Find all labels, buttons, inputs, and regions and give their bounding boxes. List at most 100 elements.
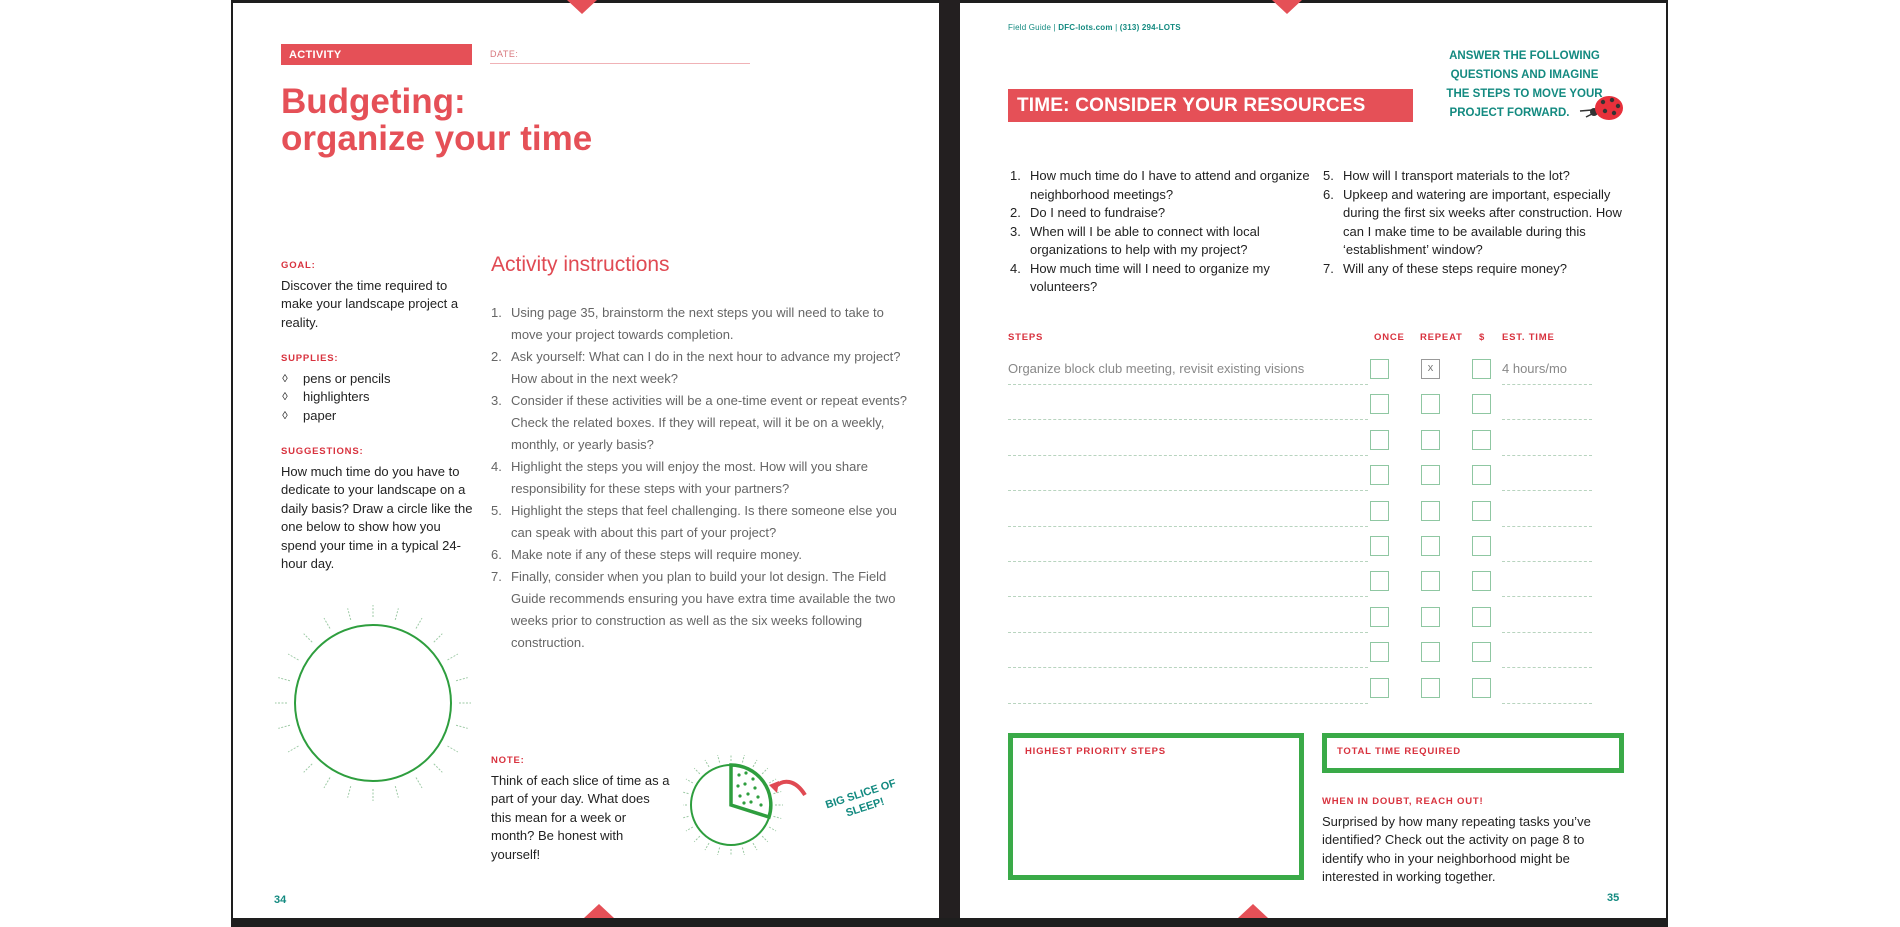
highest-priority-box[interactable]: HIGHEST PRIORITY STEPS <box>1008 733 1304 880</box>
once-checkbox[interactable] <box>1370 606 1389 627</box>
page-marker-bottom <box>584 904 614 918</box>
step-line <box>1008 596 1368 598</box>
once-checkbox[interactable] <box>1370 465 1389 486</box>
est-time-line <box>1502 490 1592 492</box>
hour-tick <box>433 633 443 643</box>
header-contact: Field Guide | DFC-lots.com | (313) 294-L… <box>1008 23 1181 32</box>
money-checkbox[interactable] <box>1472 677 1491 698</box>
step-line <box>1008 525 1368 527</box>
item-number: 2. <box>1010 205 1021 220</box>
instructions-list: 1. Using page 35, brainstorm the next ste… <box>491 302 911 654</box>
est-time-line <box>1502 419 1592 421</box>
sleep-slice <box>729 763 773 820</box>
date-label: DATE: <box>490 49 519 59</box>
money-checkbox[interactable] <box>1472 642 1491 663</box>
activity-label: ACTIVITY <box>281 44 472 65</box>
total-box-label: TOTAL TIME REQUIRED <box>1337 746 1461 757</box>
hour-tick <box>704 759 710 768</box>
spread-bottom-edge <box>231 918 1668 927</box>
clock-circle <box>294 624 452 782</box>
hour-tick <box>752 759 758 768</box>
list-item: 4. Highlight the steps you will enjoy the… <box>491 456 911 500</box>
hour-tick <box>455 677 468 682</box>
item-number: 6. <box>1323 186 1334 202</box>
item-text: How will I transport materials to the lo… <box>1343 168 1570 183</box>
hour-tick <box>455 724 468 729</box>
page-number: 34 <box>274 894 287 906</box>
money-checkbox[interactable] <box>1472 536 1491 556</box>
est-time-input[interactable]: 4 hours/mo <box>1502 361 1567 376</box>
col-header-once: ONCE <box>1374 332 1405 343</box>
hour-tick <box>693 835 701 843</box>
item-number: 7. <box>1323 260 1334 276</box>
step-input[interactable]: Organize block club meeting, revisit exi… <box>1008 361 1304 376</box>
once-checkbox[interactable] <box>1370 677 1389 698</box>
page-34: ACTIVITY DATE: Budgeting: organize your … <box>231 0 939 918</box>
supplies-label: SUPPLIES: <box>281 353 339 364</box>
repeat-checkbox[interactable] <box>1421 571 1440 592</box>
once-checkbox[interactable] <box>1370 500 1389 521</box>
once-checkbox[interactable] <box>1370 642 1389 663</box>
suggestions-text: How much time do you have to dedicate to… <box>281 463 473 572</box>
list-item: 7. Finally, consider when you plan to bui… <box>491 566 911 654</box>
repeat-checkbox[interactable] <box>1421 429 1440 450</box>
money-checkbox[interactable] <box>1472 500 1491 521</box>
blank-clock-diagram <box>275 605 471 801</box>
repeat-checkbox[interactable] <box>1421 536 1440 556</box>
item-text: Will any of these steps require money? <box>1343 260 1567 276</box>
repeat-checkbox[interactable] <box>1421 642 1440 663</box>
item-text: Highlight the steps that feel challengin… <box>511 503 897 540</box>
supply-item: ◊ highlighters <box>281 388 476 407</box>
title-line-1: Budgeting: <box>281 82 466 121</box>
item-number: 1. <box>1010 168 1021 183</box>
item-text: How much time do I have to attend and or… <box>1030 168 1310 202</box>
once-checkbox[interactable] <box>1370 394 1389 415</box>
repeat-checkbox[interactable] <box>1421 606 1440 627</box>
hour-tick <box>287 653 299 661</box>
once-checkbox[interactable] <box>1370 571 1389 592</box>
hour-tick <box>347 785 352 798</box>
hour-tick <box>287 745 299 753</box>
reach-out-section: WHEN IN DOUBT, REACH OUT! Surprised by h… <box>1322 793 1627 887</box>
item-text: Finally, consider when you plan to build… <box>511 569 896 650</box>
est-time-line <box>1502 561 1592 562</box>
list-item: 6. Make note if any of these steps will r… <box>491 544 911 566</box>
item-text: Using page 35, brainstorm the next steps… <box>511 305 884 342</box>
col-header-repeat: REPEAT <box>1420 332 1463 343</box>
hour-tick <box>415 777 423 789</box>
money-checkbox[interactable] <box>1472 394 1491 415</box>
total-time-box[interactable]: TOTAL TIME REQUIRED <box>1322 733 1624 773</box>
once-checkbox[interactable] <box>1370 429 1389 450</box>
website-link[interactable]: DFC-lots.com <box>1058 23 1112 32</box>
repeat-checkbox[interactable] <box>1421 677 1440 698</box>
money-checkbox[interactable] <box>1472 571 1491 592</box>
list-item: 7. Will any of these steps require money? <box>1323 260 1623 279</box>
once-checkbox[interactable] <box>1370 359 1389 379</box>
repeat-checkbox[interactable] <box>1421 394 1440 415</box>
once-checkbox[interactable] <box>1370 536 1389 556</box>
sleep-clock-diagram <box>683 755 807 855</box>
money-checkbox[interactable] <box>1472 465 1491 486</box>
est-time-line <box>1502 702 1592 704</box>
supplies-list: ◊ pens or pencils ◊ highlighters ◊ paper <box>281 370 476 426</box>
item-number: 6. <box>491 547 502 562</box>
repeat-checkbox[interactable] <box>1421 465 1440 486</box>
date-field-line[interactable] <box>490 63 750 64</box>
item-number: 5. <box>491 503 502 518</box>
book-gutter <box>939 0 960 927</box>
suggestions-label: SUGGESTIONS: <box>281 446 364 457</box>
money-checkbox[interactable] <box>1472 429 1491 450</box>
reach-out-label: WHEN IN DOUBT, REACH OUT! <box>1322 796 1484 807</box>
money-checkbox[interactable] <box>1472 606 1491 627</box>
hour-tick <box>447 745 459 753</box>
note-text: Think of each slice of time as a part of… <box>491 772 670 862</box>
money-checkbox[interactable] <box>1472 359 1491 379</box>
item-text: Highlight the steps you will enjoy the m… <box>511 459 868 496</box>
repeat-checkbox[interactable]: x <box>1421 359 1440 379</box>
repeat-checkbox[interactable] <box>1421 500 1440 521</box>
hour-tick <box>278 724 291 729</box>
item-text: Upkeep and watering are important, espec… <box>1343 186 1622 258</box>
hour-tick <box>278 677 291 682</box>
list-item: 6. Upkeep and watering are important, esp… <box>1323 186 1623 260</box>
hour-tick <box>768 778 777 784</box>
